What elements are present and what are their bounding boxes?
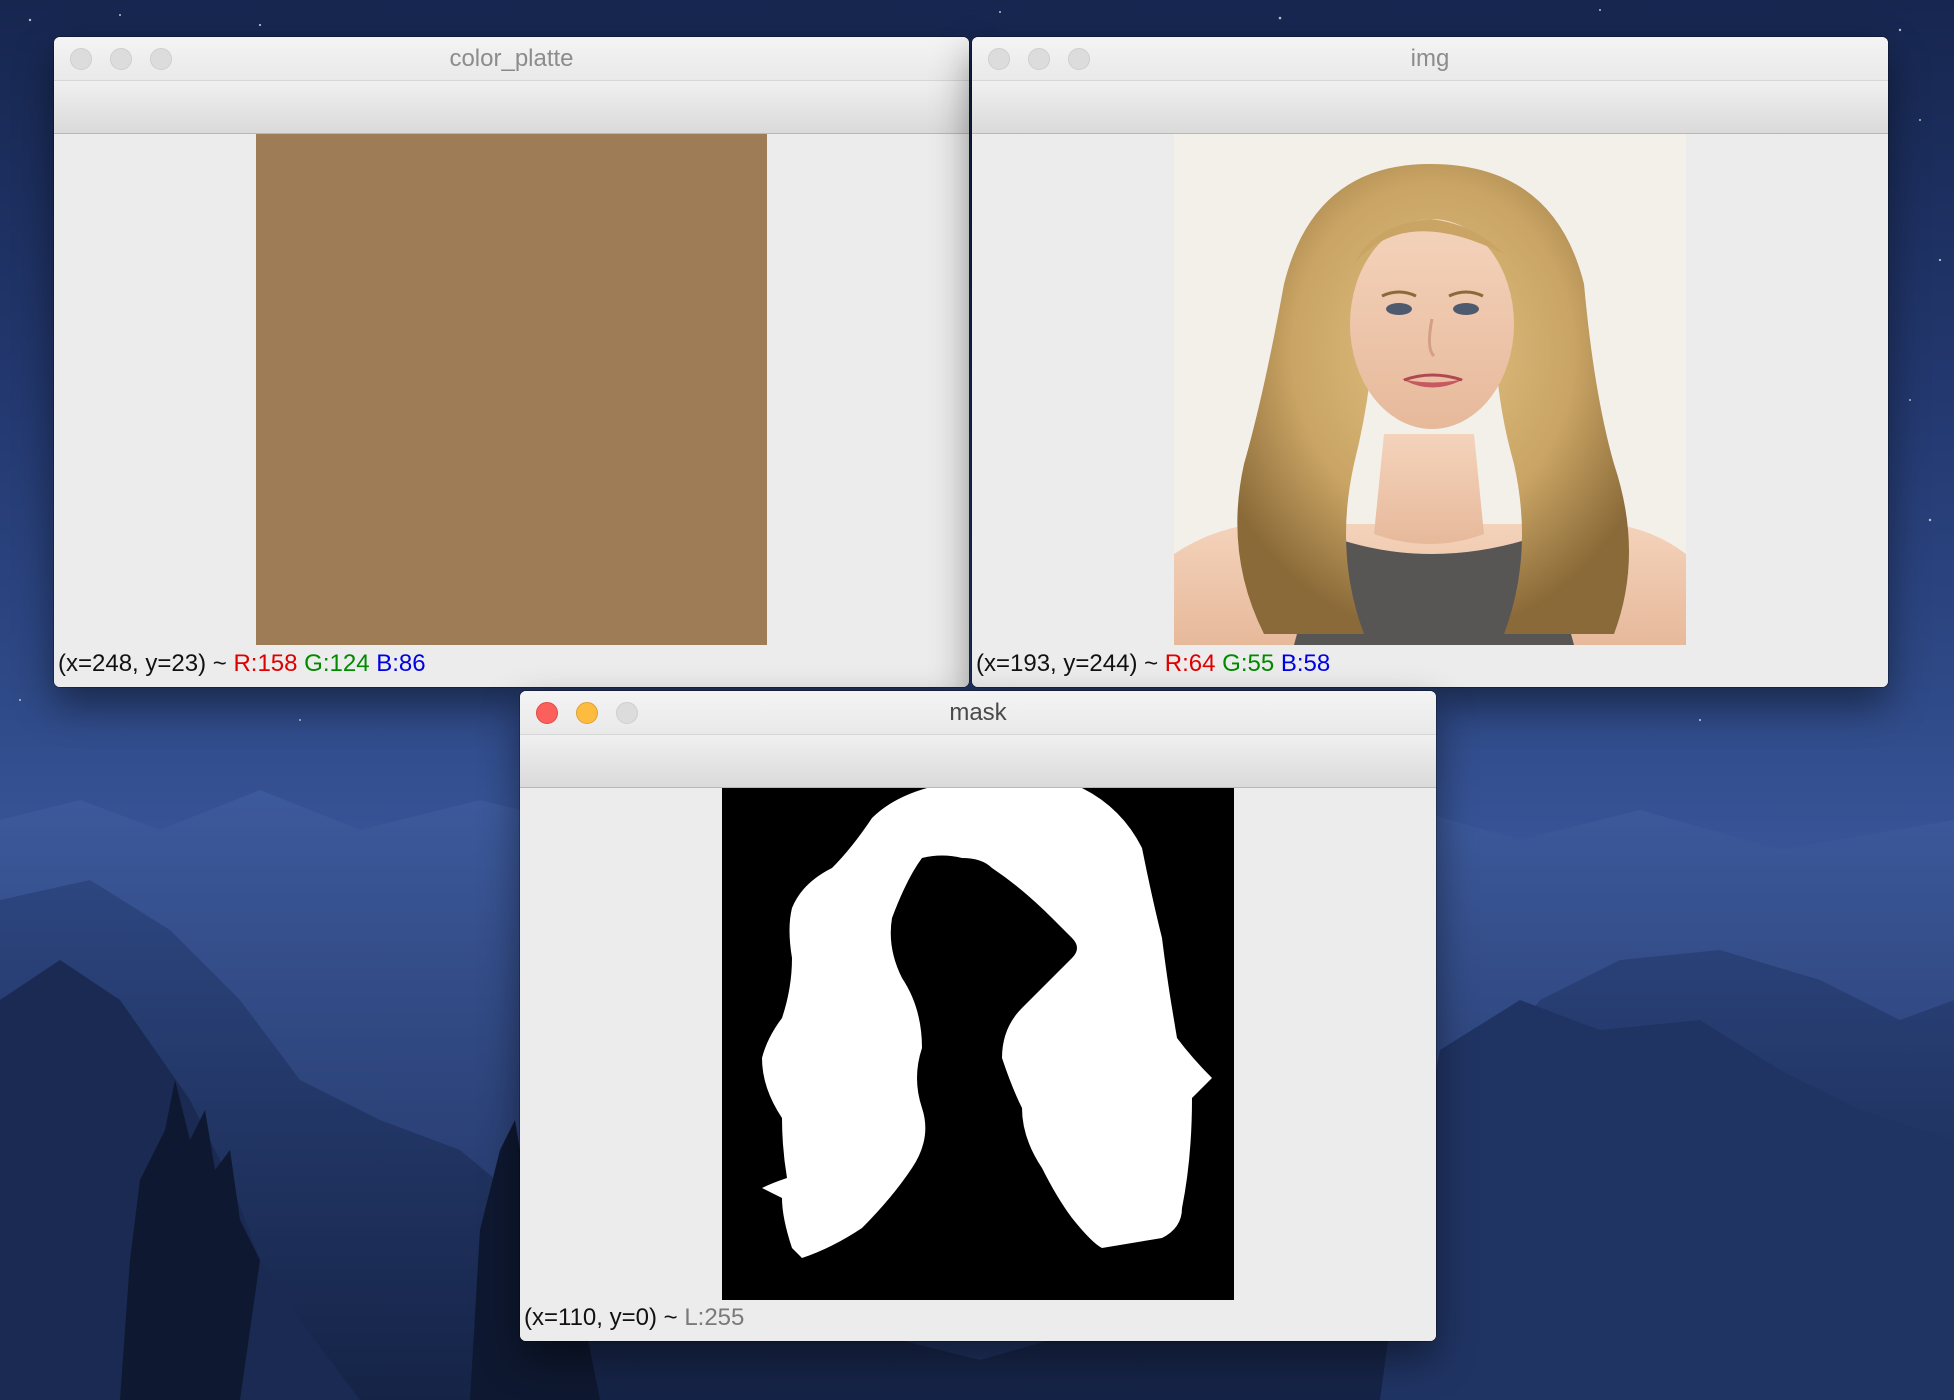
portrait-photo[interactable] (1174, 134, 1686, 645)
mask-shape (762, 788, 1212, 1258)
status-bar: (x=248, y=23) ~ R:158 G:124 B:86 (58, 650, 426, 678)
titlebar[interactable]: mask (520, 691, 1436, 735)
luminance-value: L:255 (684, 1304, 745, 1331)
canvas-area: (x=110, y=0) ~ L:255 (520, 788, 1436, 1341)
toolbar (520, 735, 1436, 788)
toolbar (972, 81, 1888, 134)
canvas-area: (x=248, y=23) ~ R:158 G:124 B:86 (54, 134, 969, 687)
window-title: color_platte (449, 45, 574, 72)
canvas-area: (x=193, y=244) ~ R:64 G:55 B:58 (972, 134, 1888, 687)
titlebar[interactable]: color_platte (54, 37, 969, 81)
red-value: R:64 (1164, 650, 1216, 677)
toolbar (54, 81, 969, 134)
color-swatch[interactable] (256, 134, 767, 645)
window-title: mask (949, 699, 1007, 726)
coords-readout: (x=248, y=23) ~ (58, 650, 234, 677)
color-platte-window[interactable]: color_platte (x=248, y=23) ~ R:158 G:124… (54, 37, 969, 687)
green-value: G:55 (1222, 650, 1275, 677)
hair-mask-image[interactable] (722, 788, 1234, 1300)
status-bar: (x=110, y=0) ~ L:255 (524, 1304, 744, 1332)
blue-value: B:58 (1280, 650, 1331, 677)
blue-value: B:86 (376, 650, 426, 677)
status-bar: (x=193, y=244) ~ R:64 G:55 B:58 (976, 650, 1330, 678)
coords-readout: (x=193, y=244) ~ (976, 650, 1165, 677)
portrait-illustration (1174, 164, 1686, 645)
titlebar[interactable]: img (972, 37, 1888, 81)
window-title: img (1410, 45, 1450, 72)
red-value: R:158 (233, 650, 298, 677)
coords-readout: (x=110, y=0) ~ (524, 1304, 685, 1331)
mask-window[interactable]: mask (x=110, y=0) ~ L:255 (520, 691, 1436, 1341)
green-value: G:124 (304, 650, 370, 677)
img-window[interactable]: img (x=193, y=244) ~ R:64 G:55 B:58 (972, 37, 1888, 687)
